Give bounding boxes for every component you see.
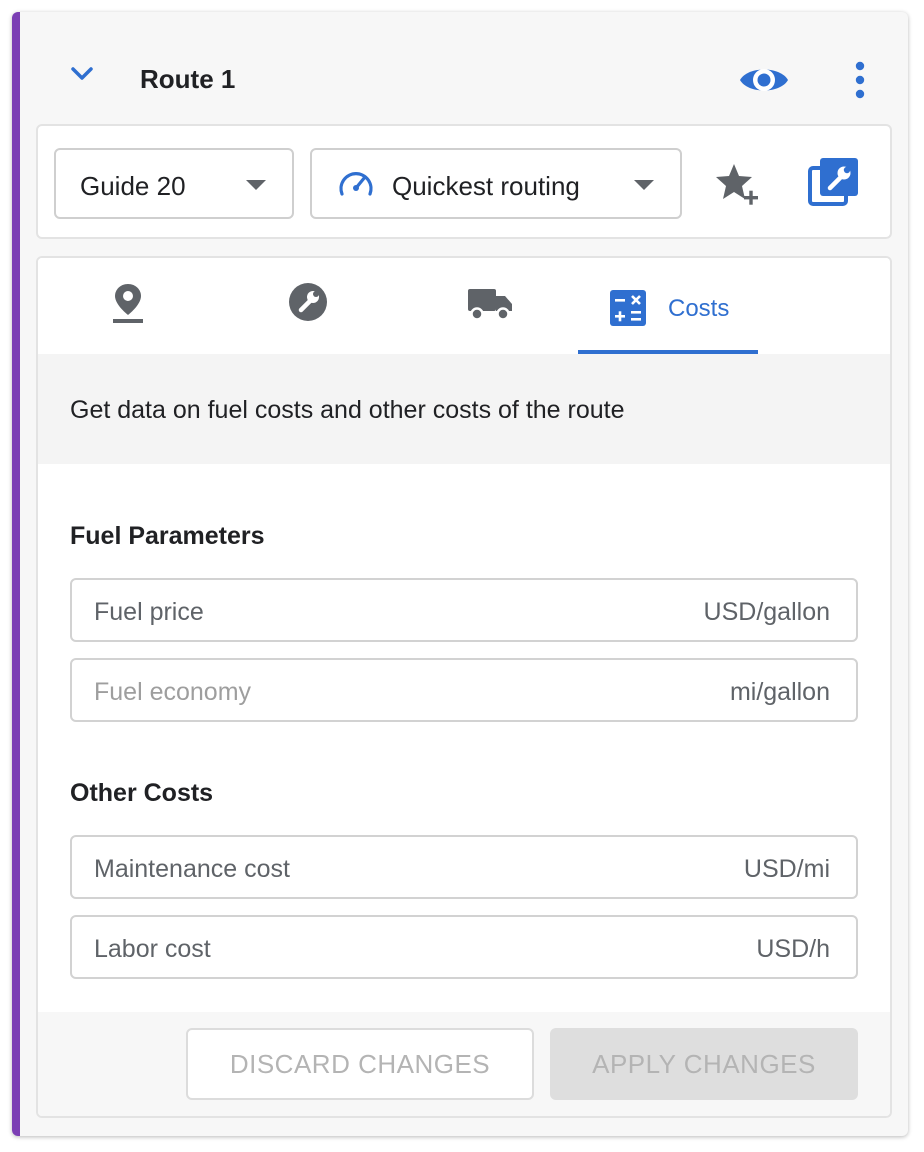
routing-select-value: Quickest routing <box>392 171 580 201</box>
wrench-icon <box>288 282 328 322</box>
costs-description-band: Get data on fuel costs and other costs o… <box>38 354 890 464</box>
settings-tabs: Costs <box>38 258 890 354</box>
dropdown-caret-icon <box>634 180 654 190</box>
tab-waypoints[interactable] <box>38 258 218 354</box>
guide-select[interactable]: Guide 20 <box>54 148 294 219</box>
visibility-eye-icon[interactable] <box>736 56 792 104</box>
route-title: Route 1 <box>140 64 236 94</box>
route-panel: Route 1 Guide 20 Quickest routing Costs … <box>12 12 908 1136</box>
truck-icon <box>466 286 514 322</box>
collapse-chevron-icon[interactable] <box>64 56 100 92</box>
fuel-parameters-heading: Fuel Parameters <box>70 522 265 550</box>
fuel-price-unit: USD/gallon <box>703 598 830 626</box>
fuel-economy-unit: mi/gallon <box>729 678 830 706</box>
fuel-price-field[interactable]: Fuel price USD/gallon <box>70 578 858 642</box>
route-header: Route 1 <box>20 12 908 124</box>
dropdown-caret-icon <box>246 180 266 190</box>
route-settings-card: Costs Get data on fuel costs and other c… <box>36 256 892 1118</box>
tab-options[interactable] <box>218 258 398 354</box>
costs-description: Get data on fuel costs and other costs o… <box>70 396 625 424</box>
labor-cost-field[interactable]: Labor cost USD/h <box>70 915 858 979</box>
guide-select-value: Guide 20 <box>80 171 186 201</box>
maintenance-cost-field[interactable]: Maintenance cost USD/mi <box>70 835 858 899</box>
tab-vehicle[interactable] <box>398 258 578 354</box>
fuel-economy-field[interactable]: Fuel economy mi/gallon <box>70 658 858 722</box>
labor-cost-unit: USD/h <box>756 935 830 963</box>
route-options-card: Guide 20 Quickest routing <box>36 124 892 239</box>
discard-changes-button[interactable]: DISCARD CHANGES <box>186 1028 534 1100</box>
vehicle-profiles-icon[interactable] <box>808 156 860 208</box>
location-pin-icon <box>110 282 146 324</box>
fuel-economy-label: Fuel economy <box>94 678 252 706</box>
maintenance-cost-unit: USD/mi <box>743 855 830 883</box>
apply-changes-button[interactable]: APPLY CHANGES <box>550 1028 858 1100</box>
tab-costs[interactable]: Costs <box>578 258 758 354</box>
more-options-icon[interactable] <box>840 52 880 108</box>
speedometer-icon <box>336 166 376 200</box>
other-costs-heading: Other Costs <box>70 779 214 807</box>
tab-costs-label: Costs <box>668 295 730 322</box>
add-favorite-star-icon[interactable] <box>714 160 762 210</box>
fuel-price-label: Fuel price <box>94 598 204 626</box>
calculator-icon <box>610 290 646 326</box>
maintenance-cost-label: Maintenance cost <box>94 855 290 883</box>
labor-cost-label: Labor cost <box>94 935 211 963</box>
route-color-accent <box>12 12 20 1136</box>
routing-select[interactable]: Quickest routing <box>310 148 682 219</box>
actions-footer: DISCARD CHANGES APPLY CHANGES <box>38 1012 890 1116</box>
